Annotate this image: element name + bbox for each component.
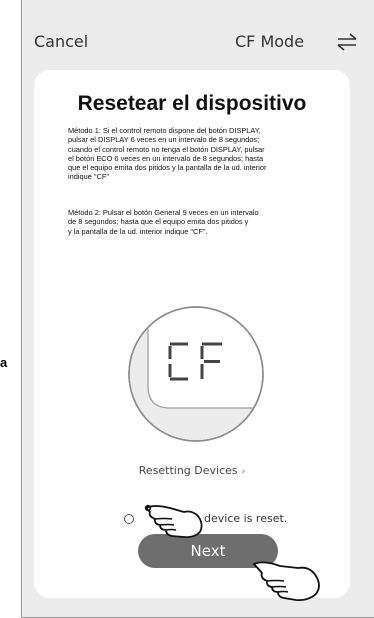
phone-screen: Cancel CF Mode Resetear el dispositivo M… [21, 0, 374, 618]
card-title: Resetear el dispositivo [77, 92, 307, 115]
resetting-devices-label: Resetting Devices [138, 464, 238, 477]
pointing-hand-icon [144, 504, 203, 539]
method-1-line: indique "CF" [68, 172, 109, 182]
chevron-right-icon: › [241, 467, 246, 477]
method-2-line: Método 2: Pulsar el botón General 9 vece… [68, 208, 259, 217]
cancel-button[interactable]: Cancel [34, 32, 88, 51]
cf-mode-label: CF Mode [235, 32, 305, 51]
confirm-radio[interactable] [124, 514, 134, 524]
method-1-line: cuando el control remoto no tenga el bot… [68, 144, 265, 154]
resetting-devices-link[interactable]: Resetting Devices › [34, 464, 350, 477]
method-1-text: Método 1: Si el control remoto dispone d… [68, 126, 330, 182]
pointing-hand-icon [253, 561, 320, 602]
method-2-line: y la pantalla de la ud. interior indique… [68, 226, 208, 236]
method-1-line: Método 1: Si el control remoto dispone d… [68, 126, 261, 135]
top-bar: Cancel CF Mode [22, 0, 374, 70]
method-1-line: que el equipo emita dos pitidos y la pan… [68, 163, 267, 173]
margin-letter: a [0, 355, 8, 370]
method-1-line: el botón ECO 6 veces en un intervalo de … [68, 153, 264, 163]
method-2-text: Método 2: Pulsar el botón General 9 vece… [68, 208, 330, 236]
swap-arrows-icon[interactable] [337, 33, 357, 51]
screenshot-root: a Cancel CF Mode Resetear el dispositivo… [0, 0, 374, 618]
display-code: CF [126, 304, 128, 305]
method-1-line: pulsar el DISPLAY 6 veces en un interval… [68, 135, 260, 145]
method-2-line: de 8 segundos; hasta que el equipo emita… [68, 217, 249, 227]
reset-instructions-card: Resetear el dispositivo Método 1: Si el … [34, 70, 350, 602]
device-display-illustration: CF [126, 304, 264, 442]
